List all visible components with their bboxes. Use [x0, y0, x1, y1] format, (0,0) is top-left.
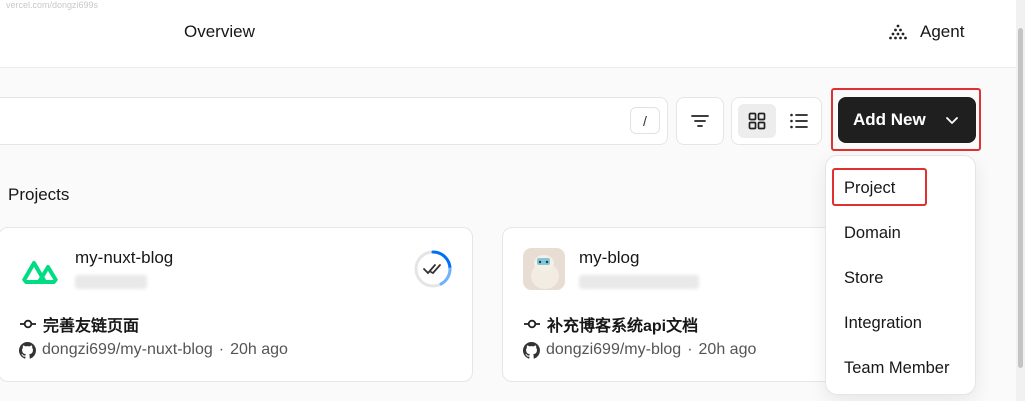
commit-time: 20h ago — [698, 341, 757, 358]
projects-section-title: Projects — [8, 185, 70, 204]
project-highlight-box — [832, 168, 927, 206]
project-name[interactable]: my-blog — [579, 248, 639, 268]
menu-item-store[interactable]: Store — [844, 269, 883, 288]
grid-view-button[interactable] — [738, 104, 776, 138]
list-view-icon — [790, 113, 808, 129]
repo-info: dongzi699/my-nuxt-blog · 20h ago — [19, 341, 288, 359]
github-icon — [19, 341, 36, 359]
repo-info: dongzi699/my-blog · 20h ago — [523, 341, 756, 359]
meta-separator: · — [687, 341, 693, 358]
view-toggle — [731, 97, 822, 145]
commit-message: 补充博客系统api文档 — [547, 318, 699, 335]
url-ghost-text: vercel.com/dongzi699s — [6, 0, 99, 10]
menu-item-team-member[interactable]: Team Member — [844, 359, 949, 378]
top-bar: vercel.com/dongzi699s Overview Agent — [0, 0, 1025, 68]
project-card[interactable]: my-blog 补充博客系统api文档 dongzi699/my-blog · … — [502, 227, 842, 382]
page-title[interactable]: Overview — [184, 22, 255, 42]
commit-time: 20h ago — [230, 341, 288, 358]
meta-separator: · — [218, 341, 225, 358]
scrollbar-thumb[interactable] — [1018, 28, 1023, 368]
add-new-highlight-box — [831, 88, 981, 151]
menu-item-domain[interactable]: Domain — [844, 224, 901, 243]
list-view-button[interactable] — [780, 104, 818, 138]
repo-name[interactable]: dongzi699/my-blog — [546, 341, 681, 359]
github-icon — [523, 341, 540, 359]
search-input[interactable] — [0, 97, 668, 145]
latest-commit: 完善友链页面 — [19, 312, 139, 336]
filter-icon — [691, 115, 709, 127]
commit-message: 完善友链页面 — [43, 318, 140, 335]
project-url-redacted — [579, 275, 699, 289]
agent-label: Agent — [920, 22, 965, 41]
git-commit-icon — [524, 319, 540, 329]
menu-item-integration[interactable]: Integration — [844, 314, 922, 333]
deployment-status-icon — [414, 250, 452, 288]
git-commit-icon — [20, 319, 36, 329]
search-shortcut-key: / — [630, 107, 660, 134]
project-url-redacted — [75, 275, 147, 289]
filter-button[interactable] — [676, 97, 724, 145]
project-name[interactable]: my-nuxt-blog — [75, 248, 173, 268]
agent-button[interactable]: Agent — [888, 22, 964, 42]
project-avatar-image — [523, 248, 565, 290]
project-card[interactable]: my-nuxt-blog 完善友链页面 dongzi699/my-nuxt-bl… — [0, 227, 473, 382]
nuxt-logo-icon — [21, 261, 59, 284]
latest-commit: 补充博客系统api文档 — [523, 312, 698, 336]
repo-name[interactable]: dongzi699/my-nuxt-blog — [42, 341, 213, 359]
agent-triangle-icon — [889, 24, 907, 40]
grid-view-icon — [748, 112, 766, 130]
scrollbar[interactable] — [1016, 0, 1025, 401]
